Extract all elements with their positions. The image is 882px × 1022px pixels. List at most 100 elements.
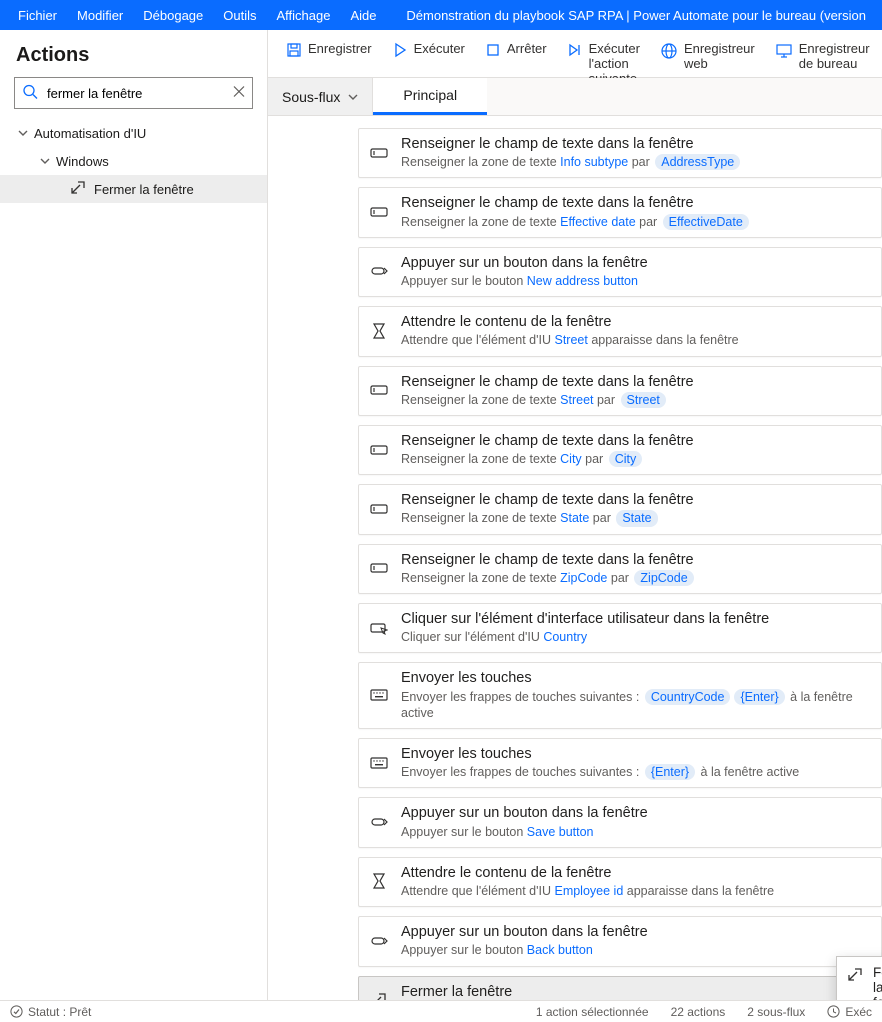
menu-item-fichier[interactable]: Fichier [8, 8, 67, 23]
step-desc: Renseigner la zone de texte Info subtype… [401, 154, 871, 170]
step-desc: Appuyer sur le bouton Save button [401, 824, 871, 840]
step-card[interactable]: Renseigner le champ de texte dans la fen… [358, 187, 882, 237]
step-title: Fermer la fenêtre [401, 983, 871, 1001]
textbox-icon [369, 383, 389, 397]
step-title: Renseigner le champ de texte dans la fen… [401, 432, 871, 450]
step-card[interactable]: Renseigner le champ de texte dans la fen… [358, 366, 882, 416]
step-desc: Renseigner la zone de texte State par St… [401, 510, 871, 526]
press-icon [369, 264, 389, 278]
step-title: Attendre le contenu de la fenêtre [401, 313, 871, 331]
textbox-icon [369, 146, 389, 160]
press-icon [369, 934, 389, 948]
step-desc: Renseigner la zone de texte City par Cit… [401, 451, 871, 467]
tree-group-label: Windows [56, 154, 109, 169]
stop-icon [485, 42, 501, 58]
tree-root-ui-automation[interactable]: Automatisation d'IU [0, 119, 267, 147]
search-input[interactable] [14, 77, 253, 109]
main-area: Sous-flux Principal 8Renseigner le champ… [268, 78, 882, 1000]
step-card[interactable]: Renseigner le champ de texte dans la fen… [358, 128, 882, 178]
step-title: Renseigner le champ de texte dans la fen… [401, 491, 871, 509]
status-exec: Exéc [827, 1005, 872, 1019]
run-label: Exécuter [414, 42, 465, 57]
step-card[interactable]: Renseigner le champ de texte dans la fen… [358, 484, 882, 534]
check-circle-icon [10, 1005, 23, 1018]
status-subflows-count: 2 sous-flux [747, 1005, 805, 1019]
step-card[interactable]: Renseigner le champ de texte dans la fen… [358, 544, 882, 594]
step-title: Appuyer sur un bouton dans la fenêtre [401, 804, 871, 822]
web-recorder-label: Enregistreurweb [684, 42, 755, 72]
subflows-label: Sous-flux [282, 89, 340, 105]
save-button[interactable]: Enregistrer [276, 38, 382, 62]
clock-icon [827, 1005, 840, 1018]
step-card[interactable]: Appuyer sur un bouton dans la fenêtreApp… [358, 916, 882, 966]
textbox-icon [369, 443, 389, 457]
chevron-down-icon [348, 92, 358, 102]
chevron-down-icon [40, 154, 50, 169]
run-button[interactable]: Exécuter [382, 38, 475, 62]
step-card[interactable]: Envoyer les touches Envoyer les frappes d… [358, 662, 882, 729]
web-recorder-button[interactable]: Enregistreurweb [650, 38, 765, 76]
step-title: Appuyer sur un bouton dans la fenêtre [401, 923, 871, 941]
clear-icon[interactable] [233, 86, 245, 101]
tree-leaf-label: Fermer la fenêtre [94, 182, 194, 197]
tab-main-label: Principal [403, 87, 457, 103]
close-window-icon [70, 180, 86, 199]
step-card[interactable]: Appuyer sur un bouton dans la fenêtre App… [358, 797, 882, 847]
step-title: Renseigner le champ de texte dans la fen… [401, 194, 871, 212]
subflows-dropdown[interactable]: Sous-flux [268, 78, 373, 115]
tooltip-close-window: Fermer la fenêtre Fermer la fenêtre [836, 956, 882, 1000]
step-card[interactable]: Cliquer sur l'élément d'interface utilis… [358, 603, 882, 653]
menu-item-modifier[interactable]: Modifier [67, 8, 133, 23]
status-ready: Statut : Prêt [10, 1005, 91, 1019]
globe-icon [660, 42, 678, 60]
step-desc: Attendre que l'élément d'IU Employee id … [401, 883, 871, 899]
step-desc: Cliquer sur l'élément d'IU Country [401, 629, 871, 645]
tree-group-windows[interactable]: Windows [0, 147, 267, 175]
monitor-icon [775, 42, 793, 60]
tree-root-label: Automatisation d'IU [34, 126, 146, 141]
step-card[interactable]: Renseigner le champ de texte dans la fen… [358, 425, 882, 475]
desktop-recorder-button[interactable]: Enregistreurde bureau [765, 38, 880, 76]
step-desc: Appuyer sur le bouton New address button [401, 273, 871, 289]
step-title: Renseigner le champ de texte dans la fen… [401, 551, 871, 569]
menu-item-outils[interactable]: Outils [213, 8, 266, 23]
menubar: FichierModifierDébogageOutilsAffichageAi… [0, 0, 882, 30]
step-desc: Renseigner la zone de texte Effective da… [401, 214, 871, 230]
tree-leaf-close-window[interactable]: Fermer la fenêtre [0, 175, 267, 203]
step-title: Attendre le contenu de la fenêtre [401, 864, 871, 882]
save-icon [286, 42, 302, 58]
menu-item-débogage[interactable]: Débogage [133, 8, 213, 23]
chevron-down-icon [18, 126, 28, 141]
actions-heading: Actions [0, 30, 267, 77]
tab-main[interactable]: Principal [373, 78, 487, 115]
status-actions-count: 22 actions [671, 1005, 726, 1019]
press-icon [369, 815, 389, 829]
menu-item-affichage[interactable]: Affichage [267, 8, 341, 23]
step-title: Renseigner le champ de texte dans la fen… [401, 135, 871, 153]
step-desc: Renseigner la zone de texte ZipCode par … [401, 570, 871, 586]
step-desc: Envoyer les frappes de touches suivantes… [401, 764, 871, 780]
step-title: Envoyer les touches [401, 669, 871, 687]
statusbar: Statut : Prêt 1 action sélectionnée 22 a… [0, 1000, 882, 1022]
window-title: Démonstration du playbook SAP RPA | Powe… [406, 8, 874, 23]
actions-panel: Actions Automatisation d'IU Windows Ferm… [0, 30, 268, 1000]
save-label: Enregistrer [308, 42, 372, 57]
desktop-recorder-label: Enregistreurde bureau [799, 42, 870, 72]
step-card[interactable]: Attendre le contenu de la fenêtreAttendr… [358, 857, 882, 907]
stop-button[interactable]: Arrêter [475, 38, 557, 62]
textbox-icon [369, 205, 389, 219]
step-desc: Appuyer sur le bouton Back button [401, 942, 871, 958]
search-wrap [14, 77, 253, 109]
step-card[interactable]: Attendre le contenu de la fenêtreAttendr… [358, 306, 882, 356]
step-title: Cliquer sur l'élément d'interface utilis… [401, 610, 871, 628]
step-card[interactable]: Appuyer sur un bouton dans la fenêtreApp… [358, 247, 882, 297]
flow-body: 8Renseigner le champ de texte dans la fe… [268, 116, 882, 1000]
click-icon [369, 621, 389, 635]
step-card[interactable]: Fermer la fenêtreFermer la fenêtre Windo… [358, 976, 882, 1001]
step-desc: Attendre que l'élément d'IU Street appar… [401, 332, 871, 348]
close-icon [369, 992, 389, 1000]
step-card[interactable]: Envoyer les touchesEnvoyer les frappes d… [358, 738, 882, 788]
menu-item-aide[interactable]: Aide [340, 8, 386, 23]
step-desc: Envoyer les frappes de touches suivantes… [401, 689, 871, 722]
status-selection: 1 action sélectionnée [536, 1005, 649, 1019]
